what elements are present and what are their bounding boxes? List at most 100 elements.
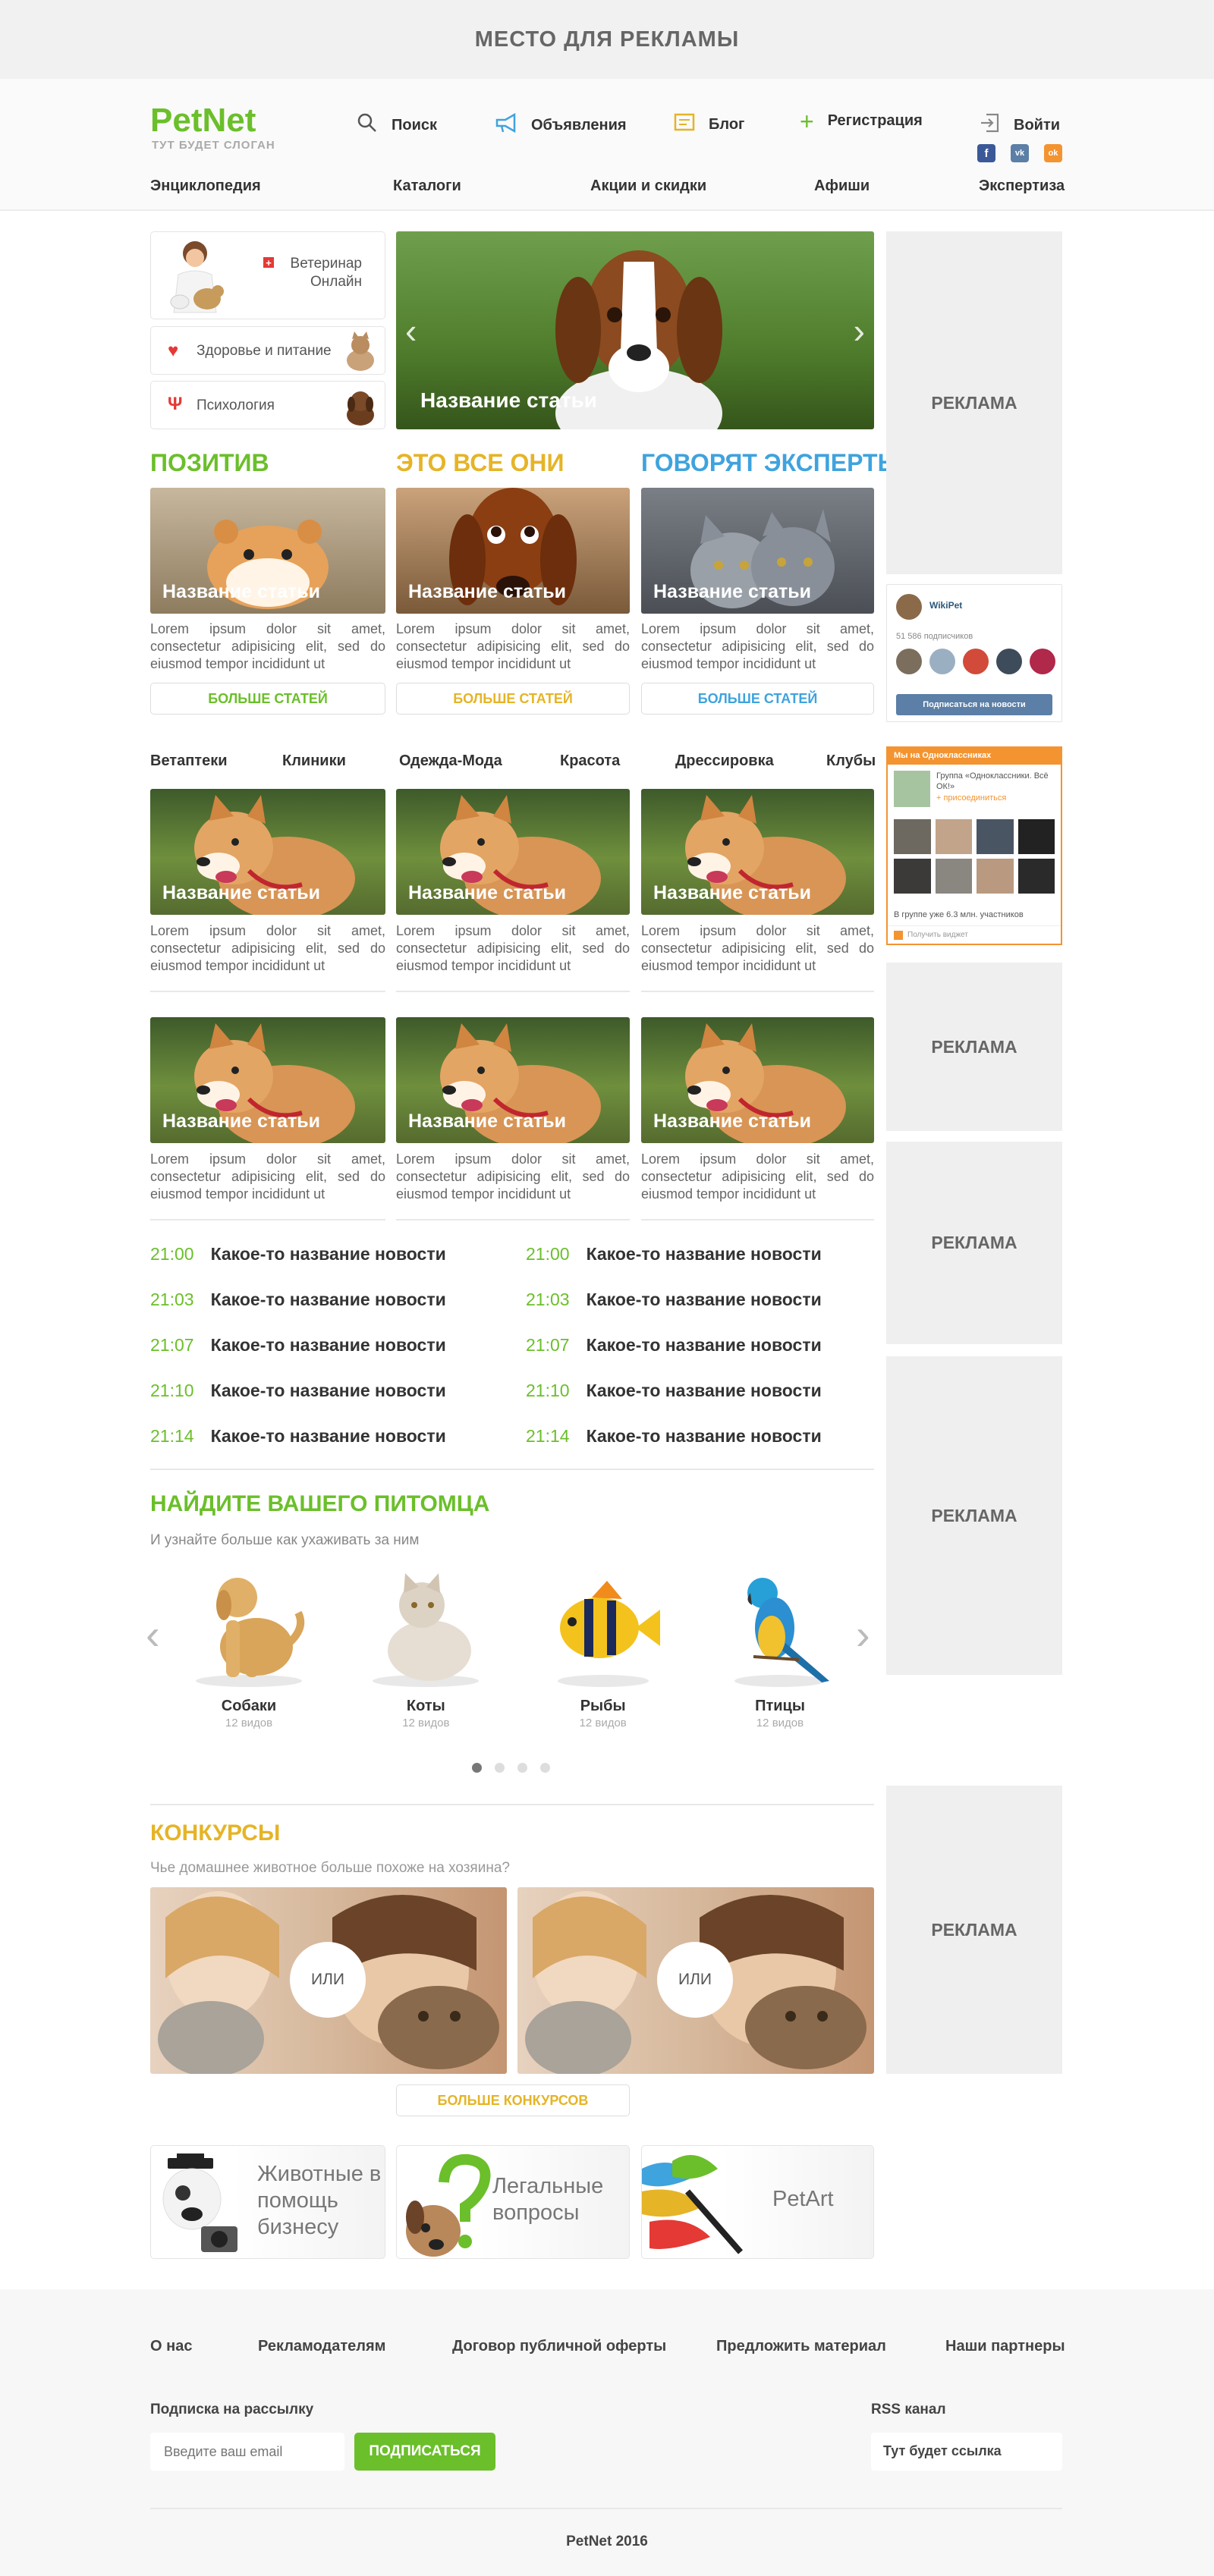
nav-register[interactable]: + Регистрация bbox=[800, 109, 923, 134]
login-icon bbox=[979, 112, 1000, 138]
promo-art[interactable]: PetArt bbox=[641, 2145, 874, 2259]
cat-promotions[interactable]: Акции и скидки bbox=[590, 177, 706, 195]
tab-clubs[interactable]: Клубы bbox=[826, 752, 876, 770]
rss-link[interactable]: Тут будет ссылка bbox=[871, 2433, 1062, 2471]
contest-card[interactable]: ИЛИ bbox=[517, 1887, 874, 2074]
find-pet-title: НАЙДИТЕ ВАШЕГО ПИТОМЦА bbox=[150, 1491, 490, 1516]
article-caption: Название статьи bbox=[408, 1111, 566, 1132]
vk-icon[interactable]: vk bbox=[1011, 144, 1029, 162]
news-item[interactable]: 21:10 Какое-то название новости bbox=[150, 1381, 446, 1401]
cat-thumbnail bbox=[347, 331, 374, 371]
promo-legal[interactable]: Легальные вопросы bbox=[396, 2145, 630, 2259]
footer-link-offer[interactable]: Договор публичной оферты bbox=[452, 2338, 666, 2355]
nav-ads[interactable]: Объявления bbox=[495, 112, 627, 138]
article-card-image[interactable]: Название статьи bbox=[150, 789, 385, 915]
article-card-image[interactable]: Название статьи bbox=[396, 789, 630, 915]
contest-card[interactable]: ИЛИ bbox=[150, 1887, 507, 2074]
footer-link-suggest[interactable]: Предложить материал bbox=[716, 2338, 886, 2355]
pet-category-fish[interactable]: Рыбы 12 видов bbox=[527, 1567, 679, 1729]
news-item[interactable]: 21:00 Какое-то название новости bbox=[150, 1244, 446, 1264]
nav-search-label: Поиск bbox=[392, 116, 438, 134]
cat-posters[interactable]: Афиши bbox=[814, 177, 870, 195]
tab-pharmacies[interactable]: Ветаптеки bbox=[150, 752, 228, 770]
ok-group-name[interactable]: Группа «Одноклассники. Всё ОК!» bbox=[936, 771, 1050, 792]
news-item[interactable]: 21:03 Какое-то название новости bbox=[150, 1290, 446, 1310]
email-field[interactable] bbox=[150, 2433, 344, 2471]
more-articles-button[interactable]: БОЛЬШЕ СТАТЕЙ bbox=[641, 683, 874, 715]
slider-prev-icon[interactable]: ‹ bbox=[405, 310, 417, 351]
pet-category-birds[interactable]: Птицы 12 видов bbox=[704, 1567, 856, 1729]
tab-clinics[interactable]: Клиники bbox=[282, 752, 346, 770]
vet-online-link[interactable]: + Ветеринар Онлайн bbox=[150, 231, 385, 319]
top-ad-banner[interactable]: МЕСТО ДЛЯ РЕКЛАМЫ bbox=[0, 0, 1214, 79]
facebook-icon[interactable]: f bbox=[977, 144, 995, 162]
more-articles-button[interactable]: БОЛЬШЕ СТАТЕЙ bbox=[150, 683, 385, 715]
vk-widget: WikiPet 51 586 подписчиков Подписаться н… bbox=[886, 584, 1062, 722]
ad-banner[interactable]: РЕКЛАМА bbox=[886, 231, 1062, 574]
subscribe-button[interactable]: ПОДПИСАТЬСЯ bbox=[354, 2433, 495, 2471]
pet-name: Собаки bbox=[221, 1698, 277, 1714]
article-card-image[interactable]: Название статьи bbox=[641, 488, 874, 614]
news-item[interactable]: 21:14 Какое-то название новости bbox=[150, 1426, 446, 1447]
carousel-dot[interactable] bbox=[495, 1763, 505, 1773]
news-item[interactable]: 21:00 Какое-то название новости bbox=[526, 1244, 822, 1264]
versus-badge: ИЛИ bbox=[657, 1942, 733, 2018]
promo-business[interactable]: Животные в помощь бизнесу bbox=[150, 2145, 385, 2259]
article-card-image[interactable]: Название статьи bbox=[641, 1017, 874, 1143]
logo[interactable]: PetNet bbox=[150, 102, 256, 140]
more-articles-button[interactable]: БОЛЬШЕ СТАТЕЙ bbox=[396, 683, 630, 715]
health-nutrition-link[interactable]: ♥ Здоровье и питание bbox=[150, 326, 385, 375]
ok-members-count: В группе уже 6.3 млн. участников bbox=[894, 910, 1024, 919]
cat-encyclopedia[interactable]: Энциклопедия bbox=[150, 177, 261, 195]
section-title-positive[interactable]: ПОЗИТИВ bbox=[150, 449, 269, 477]
ad-banner[interactable]: РЕКЛАМА bbox=[886, 963, 1062, 1131]
nav-login[interactable]: Войти bbox=[979, 112, 1060, 138]
ok-get-widget[interactable]: Получить виджет bbox=[888, 925, 1061, 944]
member-photo bbox=[977, 819, 1014, 854]
pet-category-cats[interactable]: Коты 12 видов bbox=[350, 1567, 502, 1729]
footer-link-partners[interactable]: Наши партнеры bbox=[945, 2338, 1065, 2355]
news-item[interactable]: 21:10 Какое-то название новости bbox=[526, 1381, 822, 1401]
carousel-prev-icon[interactable]: ‹ bbox=[146, 1610, 160, 1659]
psychology-link[interactable]: Ψ Психология bbox=[150, 381, 385, 429]
carousel-dot[interactable] bbox=[517, 1763, 527, 1773]
ad-banner[interactable]: РЕКЛАМА bbox=[886, 1356, 1062, 1675]
pet-category-dogs[interactable]: Собаки 12 видов bbox=[173, 1567, 325, 1729]
section-title-experts[interactable]: ГОВОРЯТ ЭКСПЕРТЫ bbox=[641, 449, 901, 477]
psi-icon: Ψ bbox=[168, 394, 183, 414]
slider-next-icon[interactable]: › bbox=[854, 310, 865, 351]
news-item[interactable]: 21:03 Какое-то название новости bbox=[526, 1290, 822, 1310]
slider-caption[interactable]: Название статьи bbox=[420, 388, 597, 413]
section-title-them[interactable]: ЭТО ВСЕ ОНИ bbox=[396, 449, 565, 477]
article-card-image[interactable]: Название статьи bbox=[641, 789, 874, 915]
carousel-next-icon[interactable]: › bbox=[856, 1610, 870, 1659]
footer-link-advertisers[interactable]: Рекламодателям bbox=[258, 2338, 385, 2355]
ok-join-link[interactable]: + присоединиться bbox=[936, 793, 1006, 803]
news-item[interactable]: 21:07 Какое-то название новости bbox=[150, 1335, 446, 1356]
cat-expertise[interactable]: Экспертиза bbox=[979, 177, 1065, 195]
news-item[interactable]: 21:07 Какое-то название новости bbox=[526, 1335, 822, 1356]
article-card-image[interactable]: Название статьи bbox=[150, 1017, 385, 1143]
ad-banner[interactable]: РЕКЛАМА bbox=[886, 1786, 1062, 2074]
footer-link-about[interactable]: О нас bbox=[150, 2338, 192, 2355]
veterinarian-image bbox=[170, 241, 224, 313]
vk-subscribe-button[interactable]: Подписаться на новости bbox=[896, 694, 1052, 715]
cat-catalogs[interactable]: Каталоги bbox=[393, 177, 461, 195]
nav-search[interactable]: Поиск bbox=[357, 112, 437, 138]
news-item[interactable]: 21:14 Какое-то название новости bbox=[526, 1426, 822, 1447]
vk-group-name[interactable]: WikiPet bbox=[929, 600, 962, 611]
carousel-dot-active[interactable] bbox=[472, 1763, 482, 1773]
odnoklassniki-icon[interactable]: ok bbox=[1044, 144, 1062, 162]
article-card-image[interactable]: Название статьи bbox=[396, 488, 630, 614]
tab-training[interactable]: Дрессировка bbox=[675, 752, 774, 770]
member-photo bbox=[1017, 859, 1055, 894]
article-card-image[interactable]: Название статьи bbox=[396, 1017, 630, 1143]
tab-beauty[interactable]: Красота bbox=[560, 752, 620, 770]
tab-fashion[interactable]: Одежда-Мода bbox=[399, 752, 502, 770]
article-card-image[interactable]: Название статьи bbox=[150, 488, 385, 614]
more-contests-button[interactable]: БОЛЬШЕ КОНКУРСОВ bbox=[396, 2084, 630, 2116]
nav-blog[interactable]: Блог bbox=[674, 112, 744, 137]
hero-slider[interactable]: ‹ › Название статьи bbox=[396, 231, 874, 429]
ad-banner[interactable]: РЕКЛАМА bbox=[886, 1142, 1062, 1344]
carousel-dot[interactable] bbox=[540, 1763, 550, 1773]
